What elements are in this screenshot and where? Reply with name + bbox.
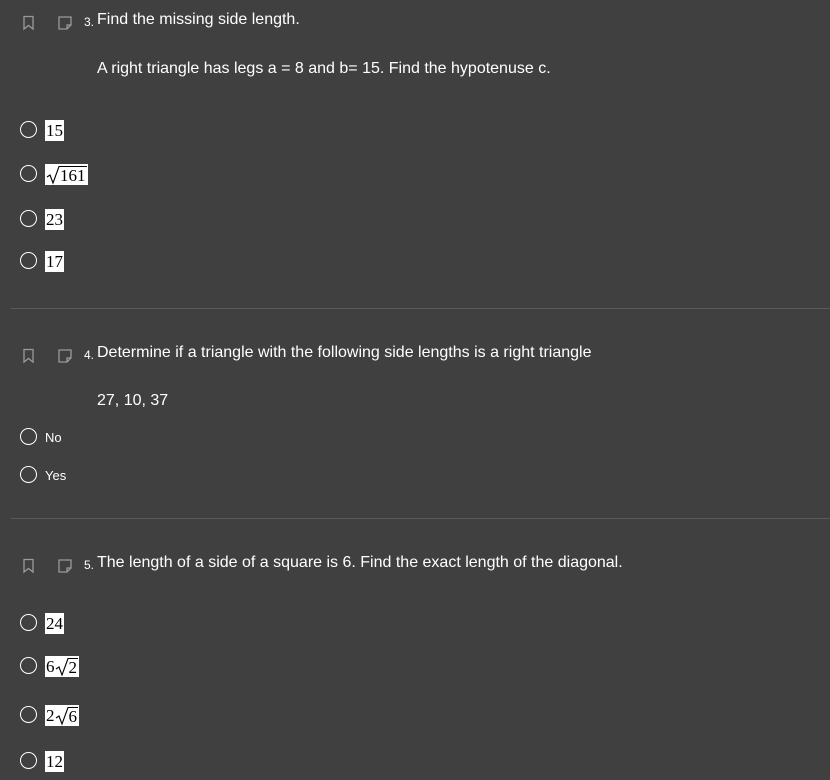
answer-value: 24: [46, 613, 63, 633]
question-header: 5. The length of a side of a square is 6…: [0, 553, 830, 577]
quiz-page: 3. Find the missing side length. A right…: [0, 0, 830, 780]
bookmark-icon[interactable]: [21, 15, 37, 31]
answer-option-2-sqrt-6[interactable]: 2 6: [19, 705, 419, 729]
math-answer: 15: [45, 120, 64, 141]
math-answer: 23: [45, 209, 64, 230]
radio-button[interactable]: [20, 165, 37, 182]
radical-sign-icon: [46, 165, 60, 185]
answer-option-15[interactable]: 15: [19, 120, 419, 144]
question-number: 4.: [84, 348, 95, 362]
answer-option-yes[interactable]: Yes: [19, 465, 419, 489]
radicand: 6: [68, 706, 78, 726]
math-answer: 2 6: [45, 705, 79, 726]
radio-button[interactable]: [20, 121, 37, 138]
math-answer: 6 2: [45, 656, 79, 677]
question-body: A right triangle has legs a = 8 and b= 1…: [97, 60, 551, 77]
radio-button[interactable]: [20, 706, 37, 723]
question-header: 3. Find the missing side length.: [0, 10, 830, 34]
question-body: 27, 10, 37: [97, 392, 169, 409]
answer-option-23[interactable]: 23: [19, 209, 419, 233]
radicand: 2: [68, 657, 78, 677]
math-answer: 24: [45, 613, 64, 634]
math-answer: 161: [45, 164, 88, 185]
note-icon[interactable]: [57, 15, 73, 31]
coefficient: 2: [46, 705, 55, 725]
question-title: The length of a side of a square is 6. F…: [97, 554, 623, 571]
math-answer: 17: [45, 251, 64, 272]
question-number: 5.: [84, 558, 95, 572]
radio-button[interactable]: [20, 614, 37, 631]
question-divider: [11, 308, 830, 309]
math-answer: 12: [45, 751, 64, 772]
question-title: Find the missing side length.: [97, 11, 300, 28]
radio-button[interactable]: [20, 752, 37, 769]
radio-button[interactable]: [20, 210, 37, 227]
answer-option-no[interactable]: No: [19, 427, 419, 451]
bookmark-icon[interactable]: [21, 558, 37, 574]
answer-option-17[interactable]: 17: [19, 251, 419, 275]
answer-label: Yes: [45, 468, 67, 483]
radical-sign-icon: [55, 657, 69, 677]
radio-button[interactable]: [20, 428, 37, 445]
radical-sign-icon: [55, 706, 69, 726]
note-icon[interactable]: [57, 348, 73, 364]
radio-button[interactable]: [20, 657, 37, 674]
answer-option-6-sqrt-2[interactable]: 6 2: [19, 656, 419, 680]
question-title: Determine if a triangle with the followi…: [97, 344, 592, 361]
answer-value: 12: [46, 751, 63, 771]
answer-value: 23: [46, 209, 63, 229]
answer-label: No: [45, 430, 62, 445]
answer-option-24[interactable]: 24: [19, 613, 419, 637]
answer-value: 15: [46, 120, 63, 140]
note-icon[interactable]: [57, 558, 73, 574]
radicand: 161: [60, 165, 87, 185]
question-number: 3.: [84, 15, 95, 29]
question-header: 4. Determine if a triangle with the foll…: [0, 343, 830, 367]
coefficient: 6: [46, 656, 55, 676]
question-divider: [11, 518, 830, 519]
answer-option-12[interactable]: 12: [19, 751, 419, 775]
answer-value: 17: [46, 251, 63, 271]
bookmark-icon[interactable]: [21, 348, 37, 364]
radio-button[interactable]: [20, 466, 37, 483]
radio-button[interactable]: [20, 252, 37, 269]
answer-option-sqrt-161[interactable]: 161: [19, 164, 419, 188]
